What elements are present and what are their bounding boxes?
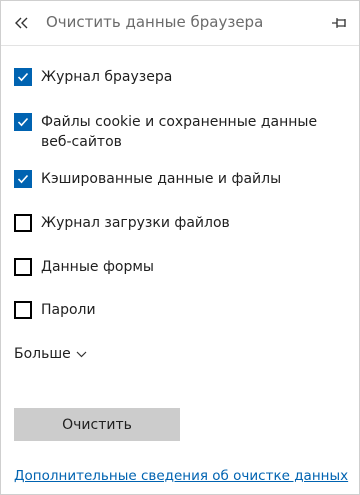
chevron-down-icon — [76, 351, 87, 357]
panel-header: Очистить данные браузера — [1, 1, 359, 46]
double-chevron-left-icon — [15, 17, 28, 29]
cookies-label: Файлы cookie и сохраненные данные веб-са… — [41, 114, 318, 150]
pin-button[interactable] — [330, 13, 350, 33]
checkmark-icon — [17, 174, 29, 184]
cookies-checkbox[interactable] — [14, 113, 32, 131]
checkmark-icon — [17, 72, 29, 82]
passwords-checkbox[interactable] — [14, 301, 32, 319]
passwords-label: Пароли — [41, 302, 96, 318]
browsing-history-checkbox[interactable] — [14, 68, 32, 86]
show-more-label: Больше — [14, 346, 71, 362]
checkmark-icon — [17, 117, 29, 127]
back-button[interactable] — [10, 11, 34, 35]
download-history-label: Журнал загрузки файлов — [41, 215, 230, 231]
pin-icon — [332, 18, 346, 28]
browsing-history-label: Журнал браузера — [41, 69, 173, 85]
form-data-checkbox[interactable] — [14, 258, 32, 276]
cached-data-label: Кэшированные данные и файлы — [41, 171, 282, 187]
download-history-checkbox[interactable] — [14, 214, 32, 232]
clear-browsing-data-panel: Очистить данные браузера Журнал браузера… — [0, 0, 360, 495]
panel-title: Очистить данные браузера — [46, 13, 264, 31]
clear-button[interactable]: Очистить — [14, 408, 180, 441]
cached-data-checkbox[interactable] — [14, 170, 32, 188]
more-info-link[interactable]: Дополнительные сведения об очистке данны… — [14, 468, 348, 484]
form-data-label: Данные формы — [41, 259, 154, 275]
show-more-button[interactable]: Больше — [14, 346, 87, 362]
